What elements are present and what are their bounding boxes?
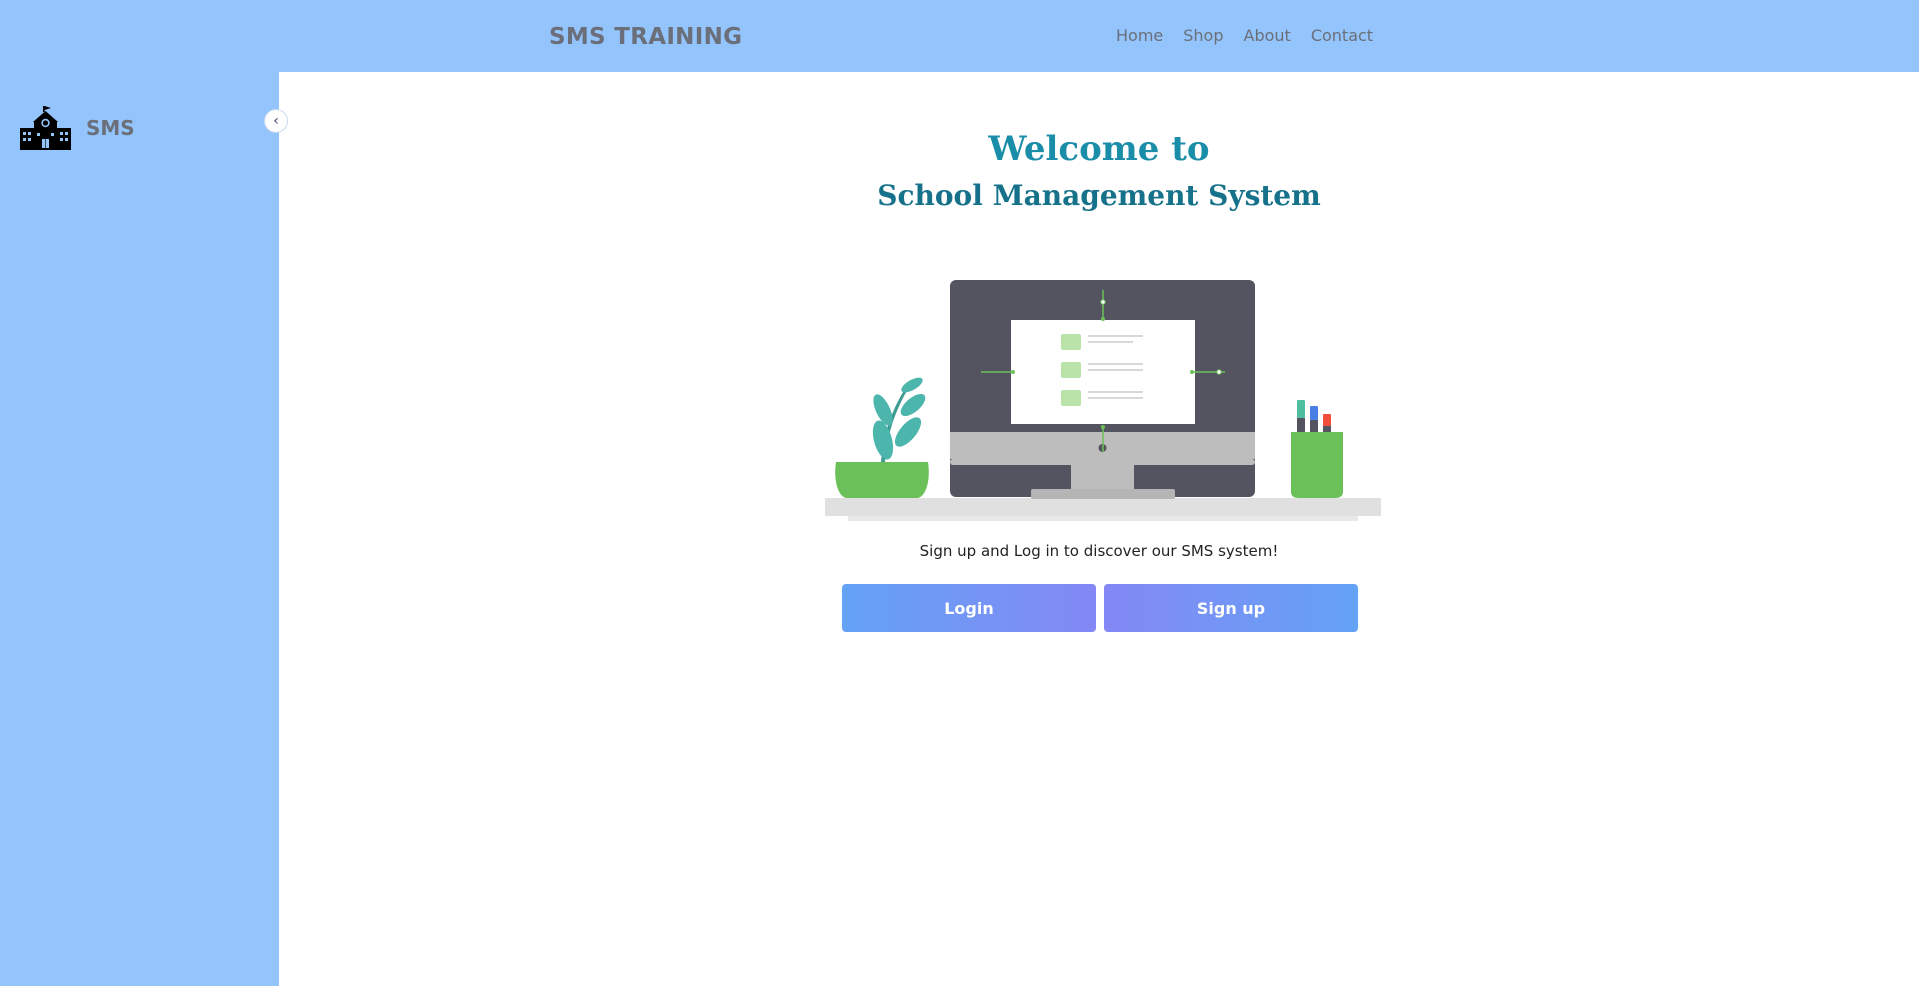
nav-links: Home Shop About Contact <box>1116 26 1373 45</box>
school-icon <box>20 106 71 150</box>
sidebar-brand[interactable]: SMS <box>20 106 135 150</box>
system-title: School Management System <box>877 179 1321 212</box>
sidebar: SMS <box>0 72 279 986</box>
login-button[interactable]: Login <box>842 584 1096 632</box>
sidebar-label: SMS <box>86 116 135 140</box>
signup-button[interactable]: Sign up <box>1104 584 1358 632</box>
nav-link-home[interactable]: Home <box>1116 26 1163 45</box>
tagline-text: Sign up and Log in to discover our SMS s… <box>919 542 1279 560</box>
chevron-left-icon: ‹ <box>273 113 279 129</box>
nav-link-contact[interactable]: Contact <box>1311 26 1373 45</box>
top-navbar: SMS TRAINING Home Shop About Contact <box>0 0 1919 72</box>
nav-link-about[interactable]: About <box>1244 26 1291 45</box>
navbar-brand[interactable]: SMS TRAINING <box>549 24 742 50</box>
main-content: Welcome to School Management System Sign… <box>279 72 1919 986</box>
sidebar-collapse-button[interactable]: ‹ <box>264 109 288 133</box>
nav-link-shop[interactable]: Shop <box>1183 26 1223 45</box>
welcome-title: Welcome to <box>988 129 1210 169</box>
